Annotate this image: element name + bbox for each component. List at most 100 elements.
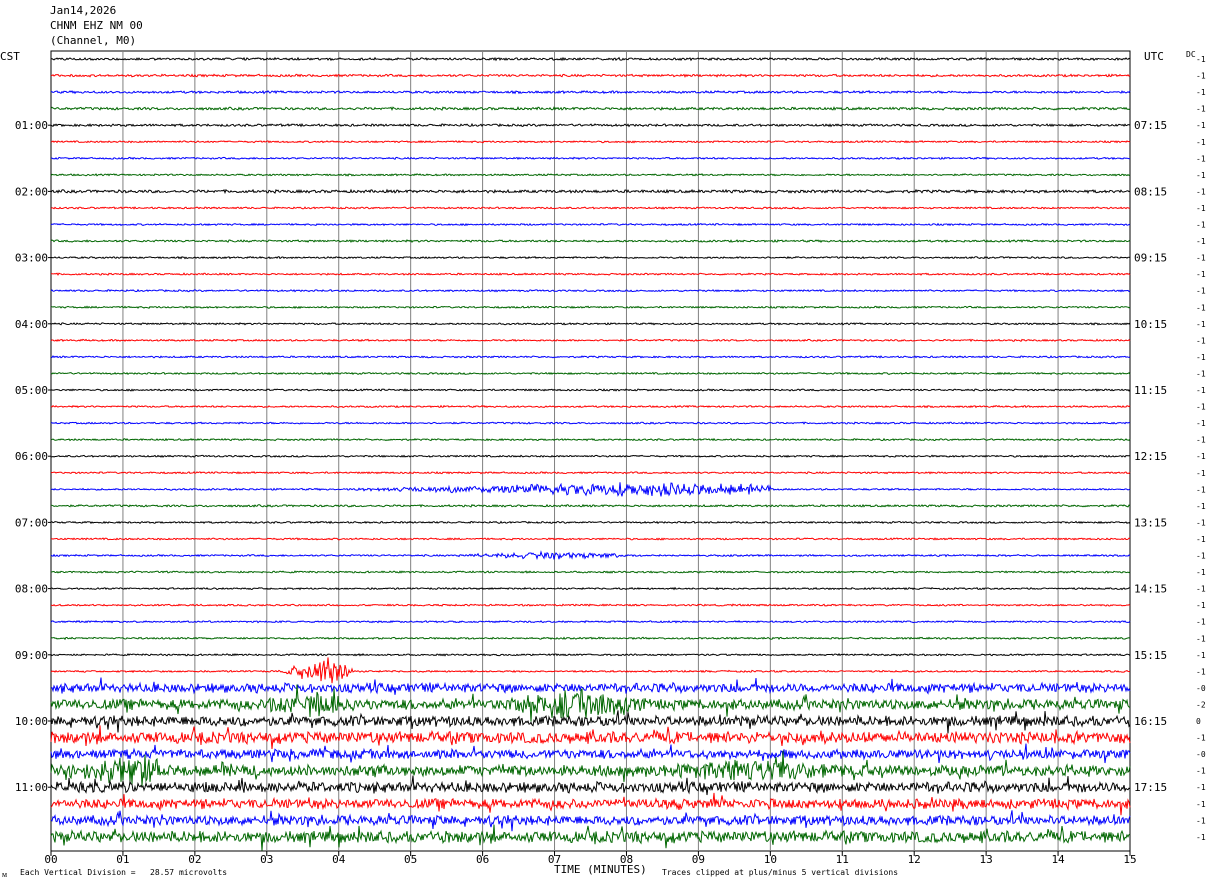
- x-tick-label-01: 01: [116, 853, 129, 866]
- trace-8: [50, 188, 1131, 195]
- trace-29: [50, 537, 1131, 541]
- trace-5: [50, 139, 1131, 144]
- dc-offset-10: -1: [1196, 221, 1206, 230]
- trace-43: [50, 750, 1131, 786]
- right-hour-label: 11:15: [1134, 384, 1167, 397]
- x-tick-label-00: 00: [44, 853, 57, 866]
- right-hour-label: 08:15: [1134, 185, 1167, 198]
- x-tick-label-11: 11: [836, 853, 849, 866]
- left-hour-label: 08:00: [15, 583, 48, 596]
- left-hour-label: 04:00: [15, 318, 48, 331]
- x-tick-label-04: 04: [332, 853, 346, 866]
- x-tick-label-06: 06: [476, 853, 489, 866]
- x-axis-label: TIME (MINUTES): [554, 863, 647, 876]
- legend-mark: ᴍ: [2, 870, 8, 879]
- left-hour-label: 03:00: [15, 252, 48, 265]
- trace-38: [50, 677, 1131, 695]
- right-hour-label: 16:15: [1134, 715, 1167, 728]
- dc-offset-30: -1: [1196, 552, 1206, 561]
- left-hour-label: 05:00: [15, 384, 48, 397]
- x-tick-label-05: 05: [404, 853, 417, 866]
- trace-20: [50, 388, 1131, 392]
- trace-15: [51, 305, 1131, 309]
- x-tick-label-09: 09: [692, 853, 705, 866]
- dc-offset-12: -1: [1196, 254, 1206, 263]
- dc-offset-38: -0: [1196, 684, 1206, 693]
- trace-31: [50, 570, 1131, 574]
- trace-11: [50, 239, 1131, 244]
- trace-16: [50, 322, 1131, 326]
- trace-37: [50, 657, 1131, 684]
- trace-1: [50, 73, 1131, 78]
- trace-2: [50, 89, 1131, 95]
- seismogram-plot: 00 01 02 03 04 05 06 07 08 09 10 11 12 13 14 15-1-1-1-1…: [15, 50, 1206, 866]
- left-hour-label: 09:00: [15, 649, 48, 662]
- x-tick-label-12: 12: [908, 853, 921, 866]
- dc-offset-47: -1: [1196, 833, 1206, 842]
- dc-offset-28: -1: [1196, 518, 1206, 527]
- dc-offset-11: -1: [1196, 237, 1206, 246]
- trace-26: [50, 482, 1131, 497]
- dc-offset-36: -1: [1196, 651, 1206, 660]
- trace-14: [50, 288, 1131, 293]
- scale-note: Each Vertical Division = 28.57 microvolt…: [20, 868, 228, 877]
- right-hour-label: 14:15: [1134, 583, 1167, 596]
- dc-offset-3: -1: [1196, 105, 1206, 114]
- trace-19: [50, 371, 1131, 376]
- trace-30: [50, 550, 1131, 561]
- dc-offset-6: -1: [1196, 154, 1206, 163]
- dc-offset-2: -1: [1196, 88, 1206, 97]
- trace-6: [50, 156, 1131, 161]
- trace-27: [50, 503, 1131, 508]
- dc-offset-45: -1: [1196, 800, 1206, 809]
- trace-0: [50, 56, 1131, 62]
- trace-23: [50, 437, 1131, 442]
- right-hour-label: 09:15: [1134, 252, 1167, 265]
- trace-24: [50, 454, 1131, 458]
- dc-offset-29: -1: [1196, 535, 1206, 544]
- x-tick-label-15: 15: [1123, 853, 1136, 866]
- dc-offset-25: -1: [1196, 469, 1206, 478]
- trace-45: [50, 792, 1131, 816]
- left-hour-label: 06:00: [15, 450, 48, 463]
- right-hour-label: 07:15: [1134, 119, 1167, 132]
- trace-47: [50, 824, 1131, 851]
- trace-44: [50, 775, 1131, 796]
- trace-42: [50, 743, 1131, 764]
- dc-offset-20: -1: [1196, 386, 1206, 395]
- dc-offset-21: -1: [1196, 403, 1206, 412]
- right-hour-label: 15:15: [1134, 649, 1167, 662]
- left-hour-label: 10:00: [15, 715, 48, 728]
- right-hour-label: 13:15: [1134, 516, 1167, 529]
- trace-35: [50, 636, 1131, 641]
- dc-offset-0: -1: [1196, 55, 1206, 64]
- dc-offset-16: -1: [1196, 320, 1206, 329]
- dc-offset-37: -1: [1196, 667, 1206, 676]
- dc-offset-42: -0: [1196, 750, 1206, 759]
- dc-offset-18: -1: [1196, 353, 1206, 362]
- dc-offset-9: -1: [1196, 204, 1206, 213]
- trace-41: [50, 725, 1131, 749]
- dc-offset-27: -1: [1196, 502, 1206, 511]
- trace-33: [51, 603, 1131, 607]
- dc-offset-24: -1: [1196, 452, 1206, 461]
- left-hour-label: 02:00: [15, 185, 48, 198]
- left-hour-label: 11:00: [15, 781, 48, 794]
- trace-17: [50, 338, 1131, 343]
- trace-22: [50, 421, 1131, 425]
- dc-offset-4: -1: [1196, 121, 1206, 130]
- dc-offset-35: -1: [1196, 634, 1206, 643]
- x-tick-label-02: 02: [188, 853, 201, 866]
- right-hour-label: 10:15: [1134, 318, 1167, 331]
- x-tick-label-03: 03: [260, 853, 273, 866]
- clip-note: Traces clipped at plus/minus 5 vertical …: [662, 868, 899, 877]
- dc-offset-32: -1: [1196, 585, 1206, 594]
- dc-offset-22: -1: [1196, 419, 1206, 428]
- dc-offset-43: -1: [1196, 767, 1206, 776]
- dc-offset-23: -1: [1196, 436, 1206, 445]
- trace-36: [50, 653, 1131, 657]
- trace-21: [50, 404, 1131, 409]
- trace-46: [50, 810, 1131, 832]
- trace-4: [50, 122, 1131, 128]
- trace-25: [50, 470, 1131, 475]
